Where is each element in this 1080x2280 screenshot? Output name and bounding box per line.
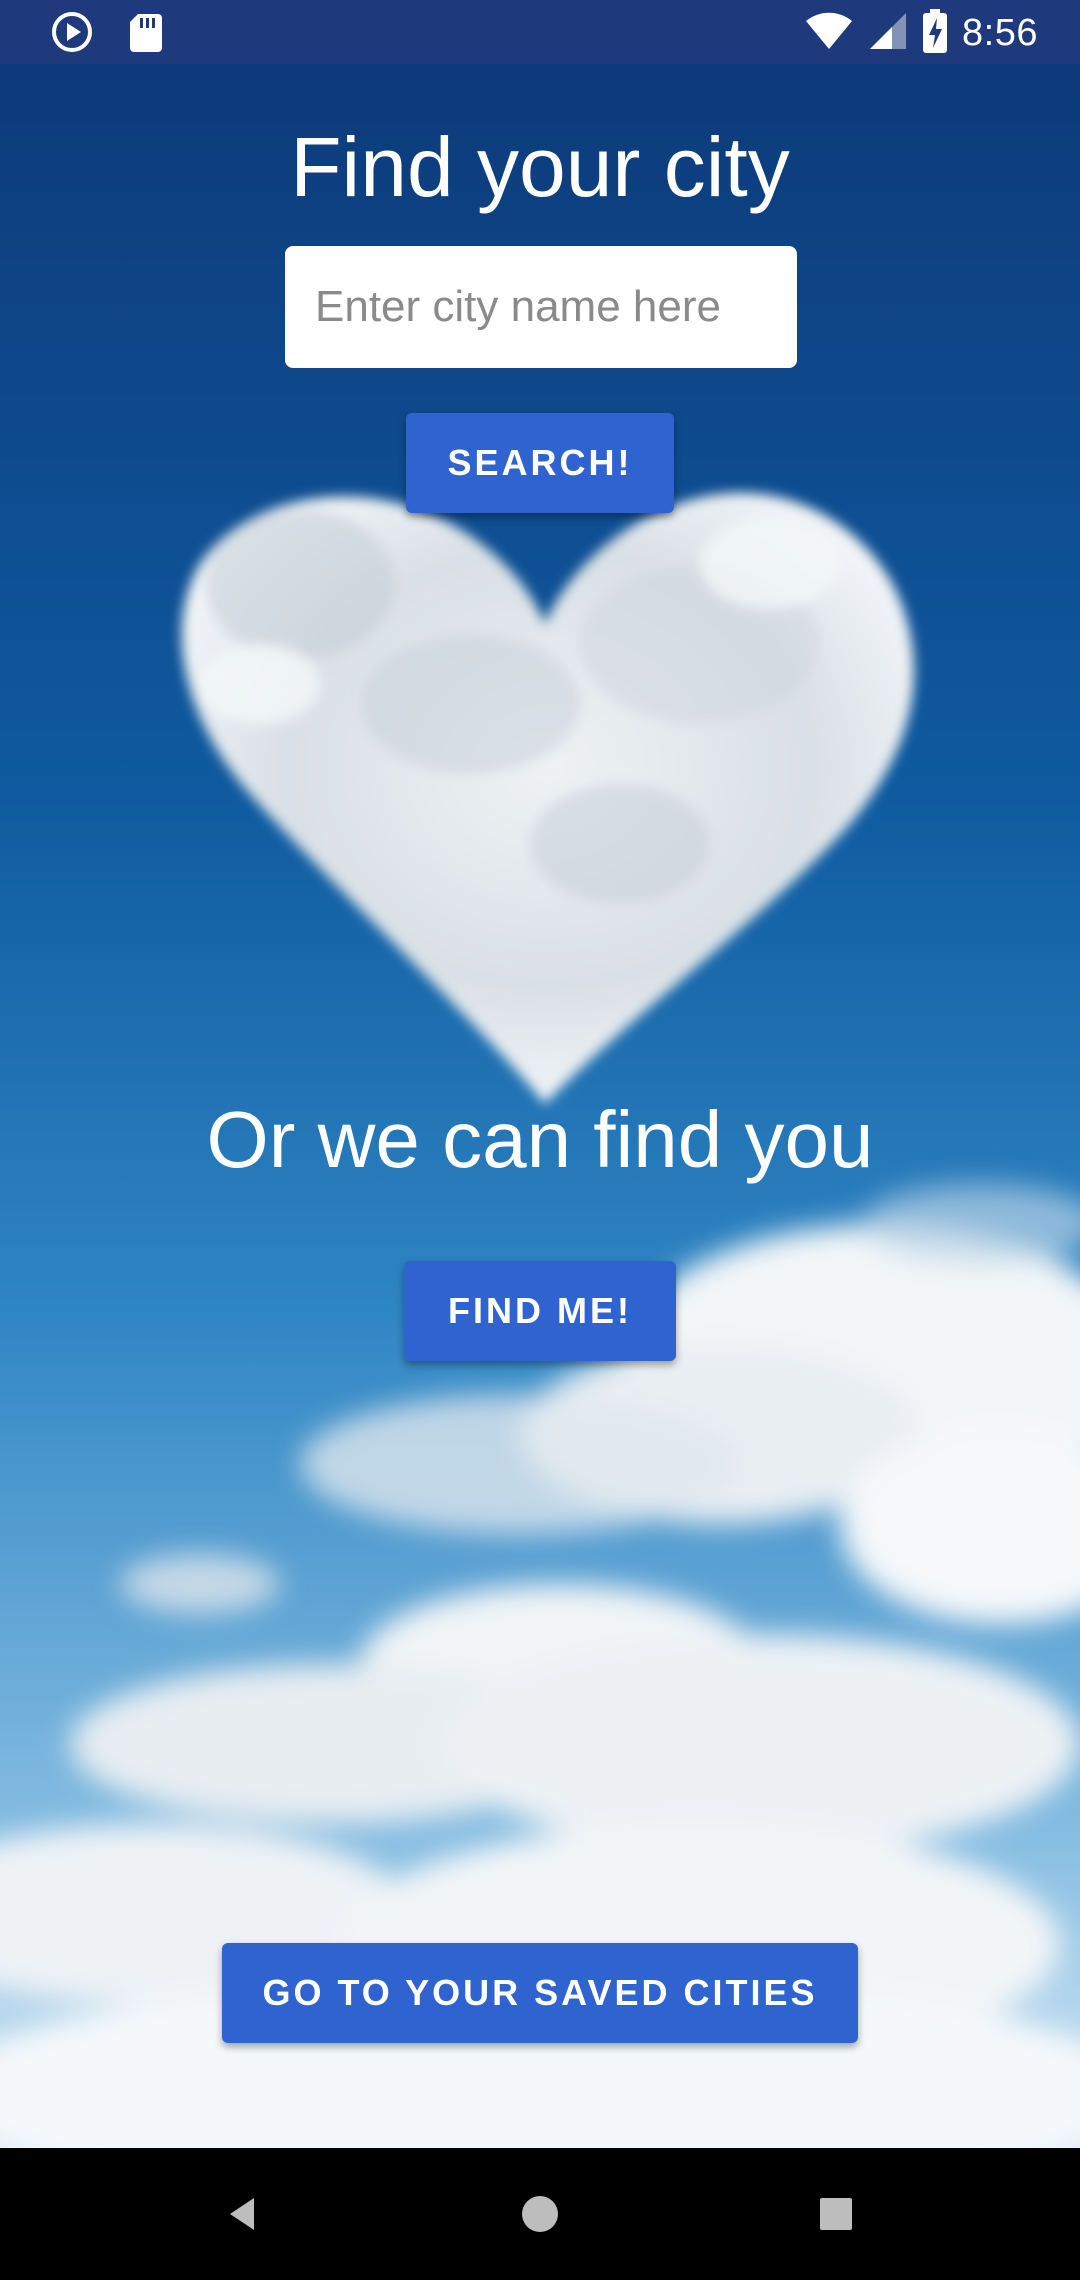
- signal-icon: [868, 9, 908, 58]
- sd-card-icon: [128, 10, 164, 59]
- find-me-heading: Or we can find you: [206, 1095, 874, 1184]
- saved-cities-button[interactable]: GO TO YOUR SAVED CITIES: [222, 1943, 858, 2043]
- back-icon[interactable]: [210, 2182, 274, 2246]
- navigation-bar: [0, 2148, 1080, 2280]
- app-screen: Find your city SEARCH! Or we can find yo…: [0, 64, 1080, 2148]
- find-me-button[interactable]: FIND ME!: [404, 1261, 676, 1361]
- status-right-icons: 8:56: [804, 8, 1038, 59]
- page-title: Find your city: [290, 120, 790, 214]
- status-left-icons: [50, 10, 164, 59]
- search-button[interactable]: SEARCH!: [406, 413, 674, 513]
- play-icon: [50, 10, 94, 59]
- status-bar: 8:56: [0, 0, 1080, 64]
- recents-icon[interactable]: [804, 2182, 868, 2246]
- battery-charging-icon: [922, 8, 948, 59]
- status-time: 8:56: [962, 12, 1038, 54]
- wifi-icon: [804, 9, 854, 58]
- city-search-input[interactable]: [285, 246, 797, 368]
- home-icon[interactable]: [508, 2182, 572, 2246]
